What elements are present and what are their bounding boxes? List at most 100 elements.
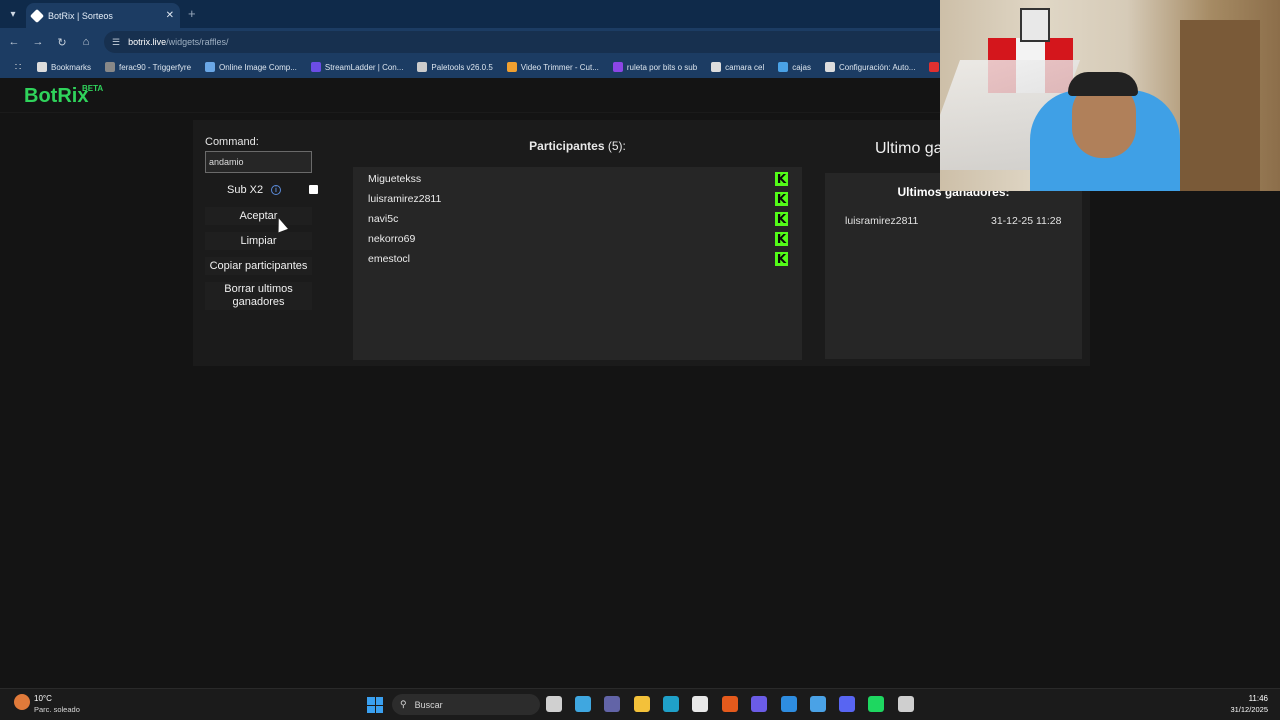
page-icon — [105, 62, 116, 72]
roulette-icon — [612, 62, 623, 72]
url-path: /widgets/raffles/ — [166, 37, 229, 47]
forward-arrow-icon[interactable]: → — [30, 34, 46, 50]
clear-button[interactable]: Limpiar — [205, 232, 312, 250]
bookmark-label: camara cel — [725, 62, 765, 72]
command-label: Command: — [205, 136, 259, 148]
close-tab-icon[interactable]: ✕ — [166, 10, 174, 21]
beta-badge: BETA — [82, 84, 104, 93]
clock-date[interactable]: 31/12/2025 — [1220, 705, 1268, 714]
participant-row: nekorro69 K — [368, 231, 788, 247]
site-info-icon[interactable]: ☰ — [112, 37, 120, 48]
winner-heading: Ultimo ga — [875, 140, 943, 157]
bookmark-item[interactable]: ferac90 - Triggerfyre — [98, 62, 198, 72]
botrix-logo[interactable]: BotRix — [24, 85, 88, 108]
windows-start-icon[interactable] — [367, 697, 383, 713]
new-tab-button[interactable]: + — [188, 6, 196, 21]
bookmark-item[interactable]: camara cel — [704, 62, 771, 72]
reload-icon[interactable]: ↻ — [54, 34, 70, 50]
star-icon — [37, 62, 47, 72]
tab-search-chevron-icon[interactable]: ▾ — [4, 5, 22, 23]
winner-name: luisramirez2811 — [845, 215, 919, 227]
address-bar[interactable]: ☰ botrix.live/widgets/raffles/ — [104, 31, 940, 53]
participants-list: Miguetekss Kluisramirez2811 K navi5c K nekorr… — [353, 167, 802, 360]
kick-platform-icon: K — [775, 252, 788, 266]
mail-icon[interactable] — [751, 696, 767, 712]
taskbar-search[interactable]: ⚲ Buscar — [392, 694, 540, 715]
gear-icon — [824, 62, 835, 72]
image-icon — [205, 62, 216, 72]
bookmark-label: Configuración: Auto... — [838, 62, 916, 72]
weather-description[interactable]: Parc. soleado — [34, 705, 80, 714]
store-icon[interactable] — [692, 696, 708, 712]
kick-platform-icon: K — [775, 212, 788, 226]
weather-temperature[interactable]: 10°C — [34, 694, 52, 703]
bookmark-label: StreamLadder | Con... — [324, 62, 404, 72]
info-icon[interactable]: i — [271, 185, 281, 195]
search-placeholder: Buscar — [414, 699, 443, 710]
brave-icon[interactable] — [722, 696, 738, 712]
participant-row: navi5c K — [368, 211, 788, 227]
last-winners-panel — [825, 173, 1082, 359]
bookmark-item[interactable]: ruleta por bits o sub — [606, 62, 704, 72]
bookmark-label: Video Trimmer - Cut... — [520, 62, 599, 72]
accept-button[interactable]: Aceptar — [205, 207, 312, 225]
kick-platform-icon: K — [775, 172, 788, 186]
teams-icon[interactable] — [604, 696, 620, 712]
bookmark-label: ruleta por bits o sub — [626, 62, 698, 72]
clock-time[interactable]: 11:46 — [1240, 694, 1268, 703]
participant-name: emestocl — [368, 253, 411, 265]
camera-icon — [711, 62, 722, 72]
photos-icon[interactable] — [781, 696, 797, 712]
bookmarks-bar: ∷ Bookmarks ferac90 - Triggerfyre Online I… — [0, 56, 940, 78]
wall-frame-image — [1020, 8, 1050, 42]
home-icon[interactable]: ⌂ — [78, 34, 94, 50]
bookmark-label: cajas — [792, 62, 811, 72]
chrome-icon[interactable] — [810, 696, 826, 712]
winner-date: 31-12-25 11:28 — [991, 215, 1062, 227]
bookmark-item[interactable]: Online Image Comp... — [198, 62, 304, 72]
participant-name: nekorro69 — [368, 233, 416, 245]
discord-icon[interactable] — [839, 696, 855, 712]
copy-participants-button[interactable]: Copiar participantes — [205, 257, 312, 275]
bookmark-item[interactable]: Video Trimmer - Cut... — [500, 62, 606, 72]
copilot-icon[interactable] — [575, 696, 591, 712]
box-icon — [778, 62, 789, 72]
url-host: botrix.live — [128, 37, 167, 47]
obs-icon[interactable] — [898, 696, 914, 712]
search-icon: ⚲ — [400, 699, 407, 709]
apps-grid-icon[interactable]: ∷ — [6, 62, 30, 73]
participant-name: Miguetekss — [368, 173, 422, 185]
sub-x2-checkbox[interactable] — [309, 185, 318, 194]
streamladder-icon — [310, 62, 321, 72]
task-view-icon[interactable] — [546, 696, 562, 712]
participant-row: Miguetekss K — [368, 171, 788, 187]
delete-last-winners-button[interactable]: Borrar ultimos ganadores — [205, 282, 312, 310]
bookmark-label: ferac90 - Triggerfyre — [119, 62, 192, 72]
bookmark-item[interactable]: StreamLadder | Con... — [304, 62, 411, 72]
participants-title: Participantes — [529, 139, 605, 153]
back-arrow-icon[interactable]: ← — [6, 34, 22, 50]
globe-icon — [417, 62, 428, 72]
botrix-favicon-icon — [29, 8, 45, 23]
bookmark-label: Bookmarks — [51, 62, 92, 72]
kick-platform-icon: K — [775, 192, 788, 206]
bookmark-item[interactable]: Bookmarks — [30, 62, 98, 72]
tab-botrix-sorteos[interactable]: BotRix | Sorteos ✕ — [26, 3, 180, 28]
bookmark-item[interactable]: EA FC 2 — [922, 62, 940, 72]
participants-heading: Participantes (5): — [353, 139, 802, 153]
webcam-overlay — [940, 0, 1280, 191]
file-explorer-icon[interactable] — [634, 696, 650, 712]
bookmark-item[interactable]: Configuración: Auto... — [818, 62, 923, 72]
bookmark-item[interactable]: Paletools v26.0.5 — [410, 62, 499, 72]
edge-icon[interactable] — [663, 696, 679, 712]
door-image — [1180, 20, 1260, 191]
weather-sun-icon[interactable] — [14, 694, 30, 710]
command-input[interactable] — [205, 151, 312, 173]
spotify-icon[interactable] — [868, 696, 884, 712]
bookmark-item[interactable]: cajas — [771, 62, 818, 72]
participants-count: (5): — [607, 139, 626, 153]
participant-row: luisramirez2811 K — [368, 191, 788, 207]
video-icon — [506, 62, 517, 72]
tab-title: BotRix | Sorteos — [48, 10, 113, 21]
participant-row: emestocl K — [368, 251, 788, 267]
